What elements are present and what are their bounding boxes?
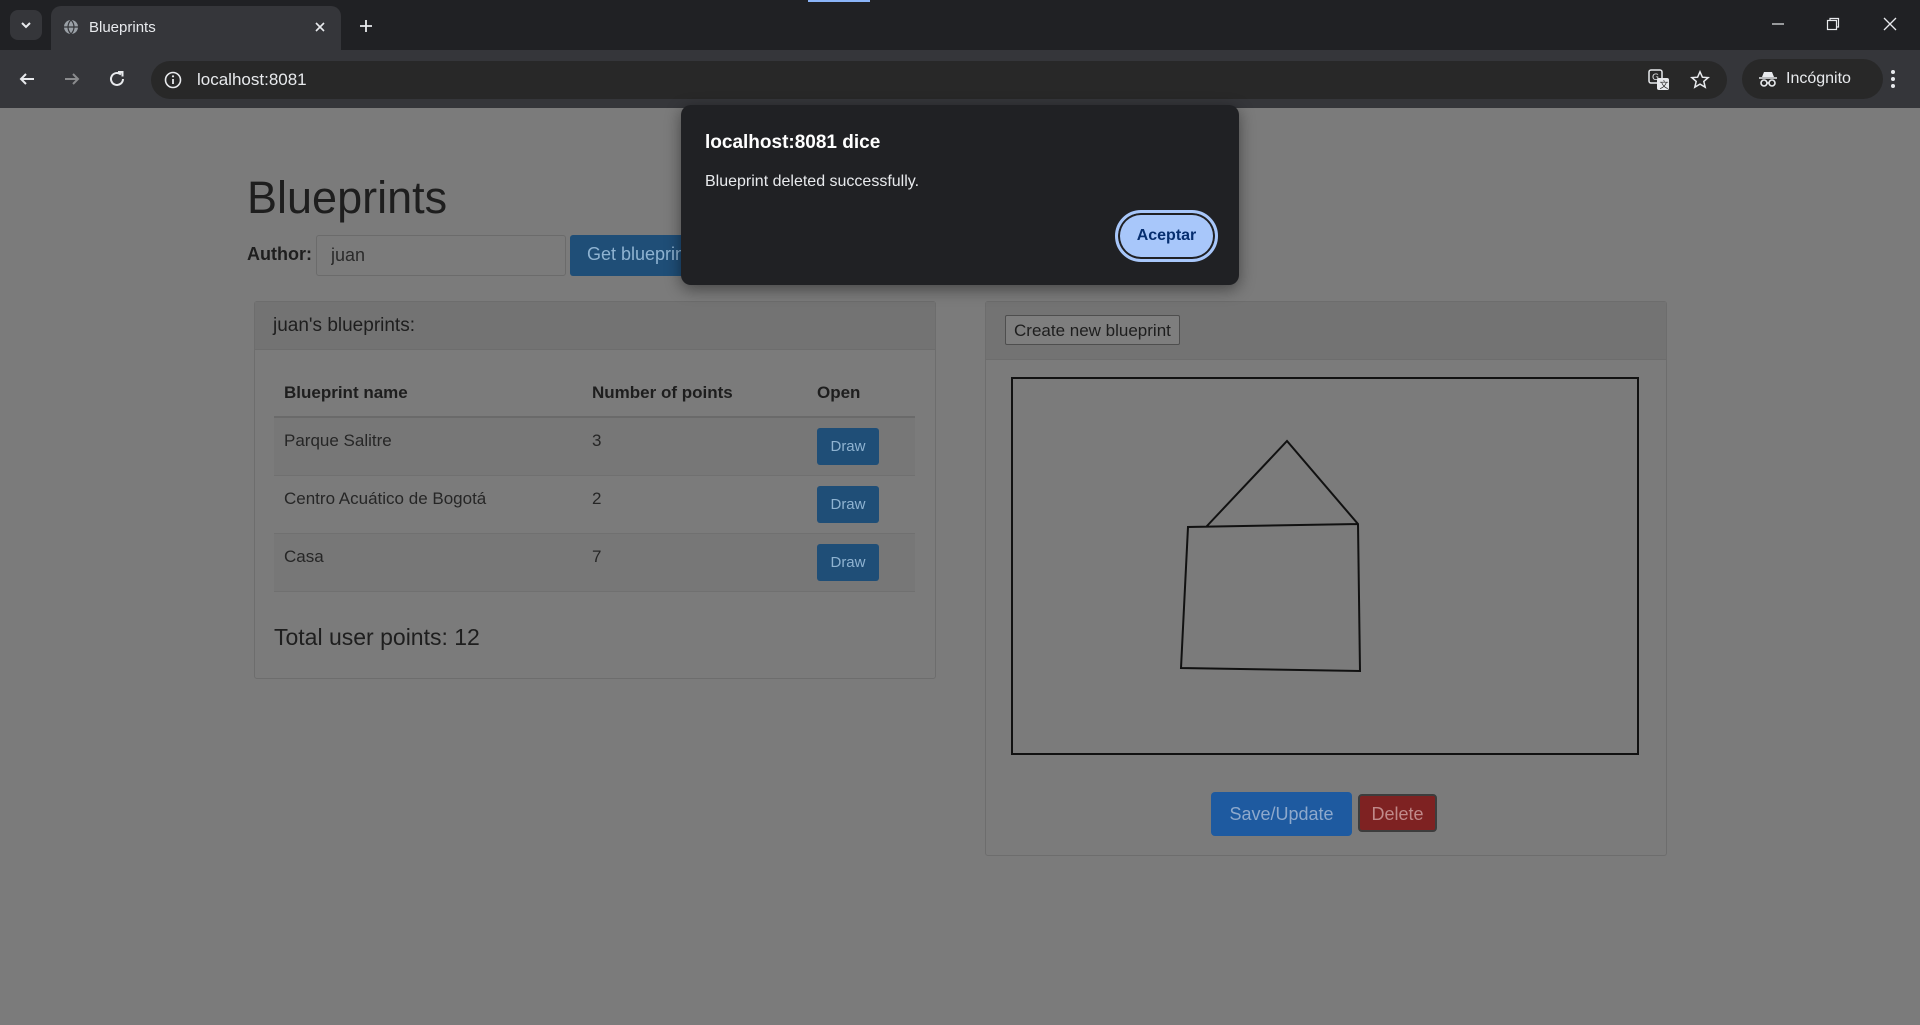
blueprint-drawing	[1179, 439, 1362, 673]
save-update-button[interactable]: Save/Update	[1211, 792, 1352, 836]
blueprint-editor-header: Create new blueprint	[986, 302, 1666, 360]
blueprint-editor-panel: Create new blueprint Save/Update Delete	[985, 301, 1667, 856]
tab-strip: Blueprints	[0, 0, 1920, 50]
svg-text:文: 文	[1660, 79, 1669, 91]
info-icon	[164, 71, 182, 89]
incognito-icon	[1759, 72, 1777, 87]
blueprint-name: Centro Acuático de Bogotá	[284, 489, 487, 508]
restore-button[interactable]	[1813, 8, 1853, 40]
address-bar[interactable]: localhost:8081 G文	[151, 61, 1727, 99]
browser-menu-button[interactable]	[1877, 63, 1909, 95]
translate-button[interactable]: G文	[1647, 68, 1671, 92]
column-header-open: Open	[807, 370, 915, 418]
incognito-indicator[interactable]: Incógnito	[1742, 59, 1883, 99]
table-row: Parque Salitre 3 Draw	[274, 417, 915, 476]
dialog-title: localhost:8081 dice	[705, 132, 881, 153]
close-icon	[315, 22, 325, 32]
new-tab-button[interactable]	[352, 12, 380, 40]
blueprints-list-title: juan's blueprints:	[273, 315, 415, 336]
dialog-message: Blueprint deleted successfully.	[705, 173, 920, 190]
table-row: Centro Acuático de Bogotá 2 Draw	[274, 475, 915, 534]
bookmark-button[interactable]	[1688, 68, 1712, 92]
get-blueprints-button[interactable]: Get blueprints	[570, 235, 690, 276]
star-icon	[1690, 70, 1710, 89]
page-title: Blueprints	[247, 172, 448, 223]
tab-close-button[interactable]	[309, 16, 331, 38]
alert-dialog: localhost:8081 dice Blueprint deleted su…	[681, 105, 1239, 285]
arrow-right-icon	[65, 73, 80, 85]
url-text[interactable]: localhost:8081	[197, 70, 307, 90]
minimize-icon	[1772, 23, 1784, 25]
blueprint-name: Parque Salitre	[284, 431, 392, 450]
minimize-button[interactable]	[1758, 8, 1798, 40]
plus-icon	[360, 20, 372, 32]
delete-button[interactable]: Delete	[1358, 794, 1437, 832]
author-input[interactable]	[316, 235, 566, 276]
globe-icon	[64, 19, 78, 35]
blueprint-points: 3	[592, 431, 602, 450]
reload-icon	[110, 71, 124, 86]
blueprint-name: Casa	[284, 547, 324, 566]
draw-button[interactable]: Draw	[817, 428, 879, 465]
author-label: Author:	[247, 244, 312, 264]
column-header-points: Number of points	[582, 370, 807, 418]
close-icon	[1883, 17, 1897, 31]
create-new-blueprint-button[interactable]: Create new blueprint	[1005, 315, 1180, 345]
back-button[interactable]	[11, 63, 43, 95]
column-header-name: Blueprint name	[274, 370, 582, 418]
blueprints-list-header: juan's blueprints:	[255, 302, 935, 350]
draw-button[interactable]: Draw	[817, 544, 879, 581]
browser-toolbar: localhost:8081 G文 Incógnito	[0, 50, 1920, 108]
window-focus-indicator	[808, 0, 870, 2]
accept-button[interactable]: Aceptar	[1115, 210, 1218, 262]
blueprint-polyline	[1179, 439, 1362, 673]
tab-search-button[interactable]	[10, 10, 42, 40]
arrow-left-icon	[19, 73, 34, 85]
browser-tab[interactable]: Blueprints	[51, 6, 341, 50]
blueprint-points: 7	[592, 547, 602, 566]
total-user-points: Total user points: 12	[274, 624, 480, 650]
restore-icon	[1826, 17, 1840, 31]
close-window-button[interactable]	[1870, 8, 1910, 40]
table-row: Casa 7 Draw	[274, 533, 915, 592]
incognito-label: Incógnito	[1786, 70, 1851, 87]
forward-button[interactable]	[56, 63, 88, 95]
draw-button[interactable]: Draw	[817, 486, 879, 523]
blueprint-canvas[interactable]	[1011, 377, 1639, 755]
blueprints-list-panel: juan's blueprints: Blueprint name Number…	[254, 301, 936, 679]
kebab-menu-icon	[1891, 70, 1895, 88]
tab-title: Blueprints	[89, 19, 156, 36]
chevron-down-icon	[21, 22, 31, 29]
reload-button[interactable]	[101, 63, 133, 95]
blueprint-points: 2	[592, 489, 602, 508]
translate-icon: G文	[1648, 69, 1669, 91]
site-info-button[interactable]	[161, 68, 185, 92]
blueprints-table: Blueprint name Number of points Open Par…	[274, 370, 915, 592]
